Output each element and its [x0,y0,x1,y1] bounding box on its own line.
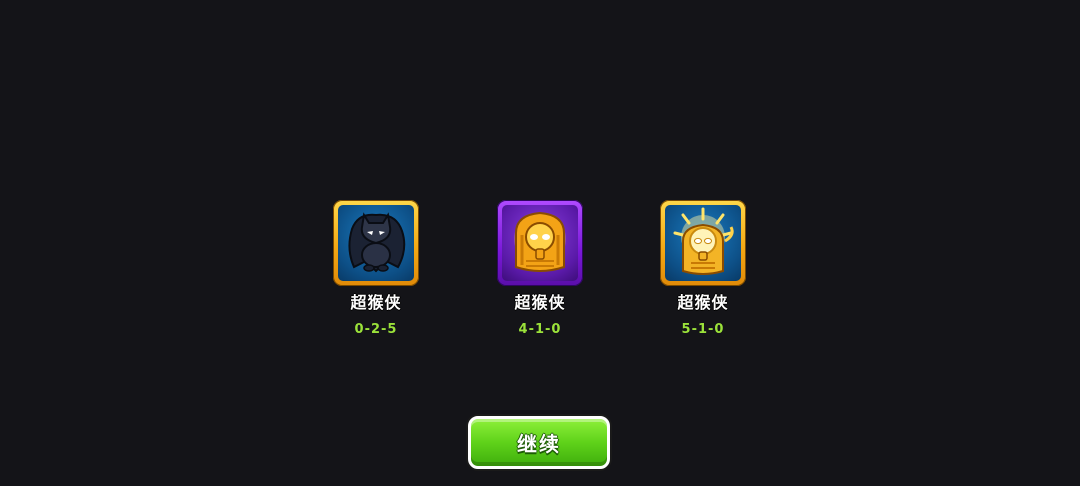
upgrade-path: 0-2-5 [354,322,398,337]
dark-knight-monkey-icon [338,205,414,281]
continue-button[interactable]: 继续 [468,416,610,469]
upgrade-path: 5-1-0 [681,322,725,337]
upgrade-name: 超猴侠 [350,293,402,312]
upgrade-summary-screen: 超猴侠 0-2-5 超猴侠 4-1-0 超猴侠 5-1-0 继续 [0,0,1080,486]
upgrade-card: 超猴侠 0-2-5 [333,200,419,337]
upgrade-name: 超猴侠 [514,293,566,312]
upgrade-icon-frame [660,200,746,286]
upgrade-icon-frame [497,200,583,286]
upgrade-name: 超猴侠 [677,293,729,312]
continue-button-label: 继续 [517,432,561,456]
upgrade-path: 4-1-0 [518,322,562,337]
upgrade-card: 超猴侠 5-1-0 [660,200,746,337]
radiant-sun-monkey-icon [665,205,741,281]
upgrade-icon-frame [333,200,419,286]
golden-pharaoh-monkey-icon [502,205,578,281]
upgrade-card: 超猴侠 4-1-0 [497,200,583,337]
